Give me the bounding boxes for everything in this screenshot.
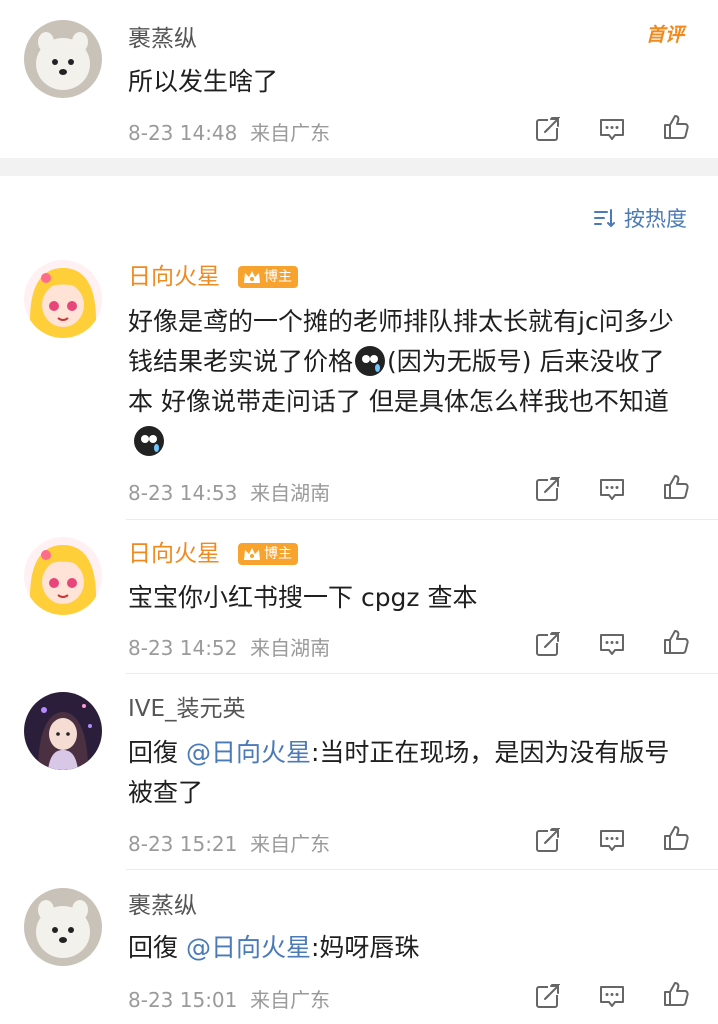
- comment-icon[interactable]: [598, 826, 626, 854]
- section-separator: [0, 158, 718, 176]
- divider: [126, 869, 718, 870]
- comment-icon[interactable]: [598, 115, 626, 143]
- user-name[interactable]: 日向火星: [128, 262, 220, 292]
- comment-meta: 8-23 15:01 来自广东: [128, 984, 330, 1013]
- mention-link[interactable]: @日向火星: [186, 933, 311, 962]
- share-icon[interactable]: [534, 475, 562, 503]
- crown-icon: [244, 271, 260, 283]
- timestamp: 8-23 15:21: [128, 832, 238, 856]
- avatar[interactable]: [24, 888, 102, 966]
- comment-icon[interactable]: [598, 475, 626, 503]
- avatar[interactable]: [24, 537, 102, 615]
- blogger-badge: 博主: [238, 266, 298, 288]
- user-name[interactable]: 日向火星: [128, 539, 220, 569]
- comment-text: 所以发生啥了: [128, 67, 279, 96]
- like-icon[interactable]: [662, 628, 690, 656]
- user-name[interactable]: 裹蒸纵: [128, 24, 197, 54]
- crying-emoji-icon: [355, 346, 386, 376]
- blogger-badge: 博主: [238, 543, 298, 565]
- comment-meta: 8-23 15:21 来自广东: [128, 828, 330, 857]
- timestamp: 8-23 14:48: [128, 121, 238, 145]
- location: 来自广东: [250, 121, 331, 145]
- location: 来自广东: [250, 832, 331, 856]
- first-comment-tag: 首评: [646, 24, 685, 46]
- share-icon[interactable]: [534, 115, 562, 143]
- comment-icon[interactable]: [598, 982, 626, 1010]
- location: 来自广东: [250, 988, 331, 1012]
- mention-link[interactable]: @日向火星: [186, 738, 311, 767]
- comment-meta: 8-23 14:52 来自湖南: [128, 632, 330, 661]
- like-icon[interactable]: [662, 113, 690, 141]
- sort-toggle[interactable]: 按热度: [592, 202, 687, 234]
- crown-icon: [244, 548, 260, 560]
- reply-prefix: 回復: [128, 738, 179, 767]
- timestamp: 8-23 15:01: [128, 988, 238, 1012]
- location: 来自湖南: [250, 636, 331, 660]
- comment-meta: 8-23 14:53 来自湖南: [128, 477, 330, 506]
- comment-meta: 8-23 14:48 来自广东: [128, 117, 330, 146]
- sort-icon: [594, 209, 615, 228]
- divider: [126, 673, 718, 674]
- like-icon[interactable]: [662, 980, 690, 1008]
- comment-icon[interactable]: [598, 630, 626, 658]
- user-name[interactable]: 裹蒸纵: [128, 891, 197, 921]
- comment-text: 回復 @日向火星:当时正在现场，是因为没有版号被查了: [128, 738, 670, 807]
- comment-text: 好像是鸢的一个摊的老师排队排太长就有jc问多少钱结果老实说了价格 (因为无版号) …: [128, 302, 688, 462]
- avatar[interactable]: [24, 692, 102, 770]
- divider: [126, 519, 718, 520]
- timestamp: 8-23 14:53: [128, 481, 238, 505]
- comment-text: 回復 @日向火星:妈呀唇珠: [128, 933, 420, 962]
- reply-prefix: 回復: [128, 933, 179, 962]
- avatar[interactable]: [24, 20, 102, 98]
- share-icon[interactable]: [534, 630, 562, 658]
- sort-label: 按热度: [624, 207, 687, 231]
- share-icon[interactable]: [534, 982, 562, 1010]
- comment-text: 宝宝你小红书搜一下 cpgz 查本: [128, 583, 478, 612]
- share-icon[interactable]: [534, 826, 562, 854]
- avatar[interactable]: [24, 260, 102, 338]
- crying-emoji-icon: [134, 426, 164, 456]
- location: 来自湖南: [250, 481, 331, 505]
- like-icon[interactable]: [662, 473, 690, 501]
- like-icon[interactable]: [662, 824, 690, 852]
- timestamp: 8-23 14:52: [128, 636, 238, 660]
- user-name[interactable]: IVE_装元英: [128, 694, 246, 724]
